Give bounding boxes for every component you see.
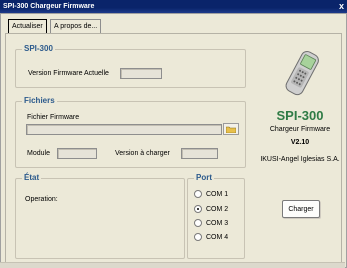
spi-group: SPI-300 Version Firmware Actuelle bbox=[15, 44, 246, 88]
etat-group-title: État bbox=[22, 173, 42, 182]
operation-label: Operation: bbox=[25, 196, 58, 203]
radio-button[interactable] bbox=[194, 233, 202, 241]
radio-com4[interactable]: COM 4 bbox=[194, 233, 228, 241]
fichiers-group: Fichiers Fichier Firmware Module Version… bbox=[15, 96, 246, 168]
brand-subtitle: Chargeur Firmware bbox=[269, 126, 331, 133]
folder-icon bbox=[226, 126, 236, 133]
version-to-load-field bbox=[181, 148, 218, 159]
brand-title: SPI-300 bbox=[276, 108, 324, 123]
close-icon[interactable]: x bbox=[339, 0, 344, 13]
title-bar: SPI-300 Chargeur Firmware x bbox=[0, 0, 347, 13]
brand-version: V2.10 bbox=[290, 139, 310, 146]
firmware-file-field[interactable] bbox=[26, 124, 222, 135]
port-group-title: Port bbox=[194, 173, 214, 182]
brand-company: IKUSI-Angel Iglesias S.A. bbox=[260, 156, 340, 163]
charger-button[interactable]: Charger bbox=[282, 200, 320, 218]
fichiers-group-title: Fichiers bbox=[22, 96, 57, 105]
window-title: SPI-300 Chargeur Firmware bbox=[3, 3, 95, 10]
spi-group-title: SPI-300 bbox=[22, 44, 55, 53]
radio-button[interactable] bbox=[194, 190, 202, 198]
firmware-file-label: Fichier Firmware bbox=[27, 114, 80, 121]
radio-com3[interactable]: COM 3 bbox=[194, 219, 228, 227]
module-field bbox=[57, 148, 97, 159]
radio-label: COM 4 bbox=[206, 233, 229, 241]
tab-a-propos[interactable]: A propos de... bbox=[50, 19, 102, 33]
radio-com2[interactable]: COM 2 bbox=[194, 205, 228, 213]
firmware-version-label: Version Firmware Actuelle bbox=[28, 70, 109, 77]
module-label: Module bbox=[27, 150, 50, 157]
device-icon bbox=[285, 51, 319, 96]
radio-button[interactable] bbox=[194, 219, 202, 227]
radio-label: COM 3 bbox=[206, 219, 229, 227]
version-to-load-label: Version à charger bbox=[115, 150, 170, 157]
browse-button[interactable] bbox=[223, 123, 239, 135]
radio-com1[interactable]: COM 1 bbox=[194, 190, 228, 198]
radio-label: COM 2 bbox=[206, 205, 229, 213]
status-strip bbox=[0, 262, 345, 268]
radio-button-selected[interactable] bbox=[194, 205, 202, 213]
radio-label: COM 1 bbox=[206, 190, 229, 198]
tab-actualiser[interactable]: Actualiser bbox=[8, 19, 47, 33]
firmware-version-field bbox=[120, 68, 162, 79]
etat-group: État Operation: bbox=[15, 173, 185, 259]
port-group: Port COM 1 COM 2 COM 3 COM 4 bbox=[187, 173, 245, 259]
